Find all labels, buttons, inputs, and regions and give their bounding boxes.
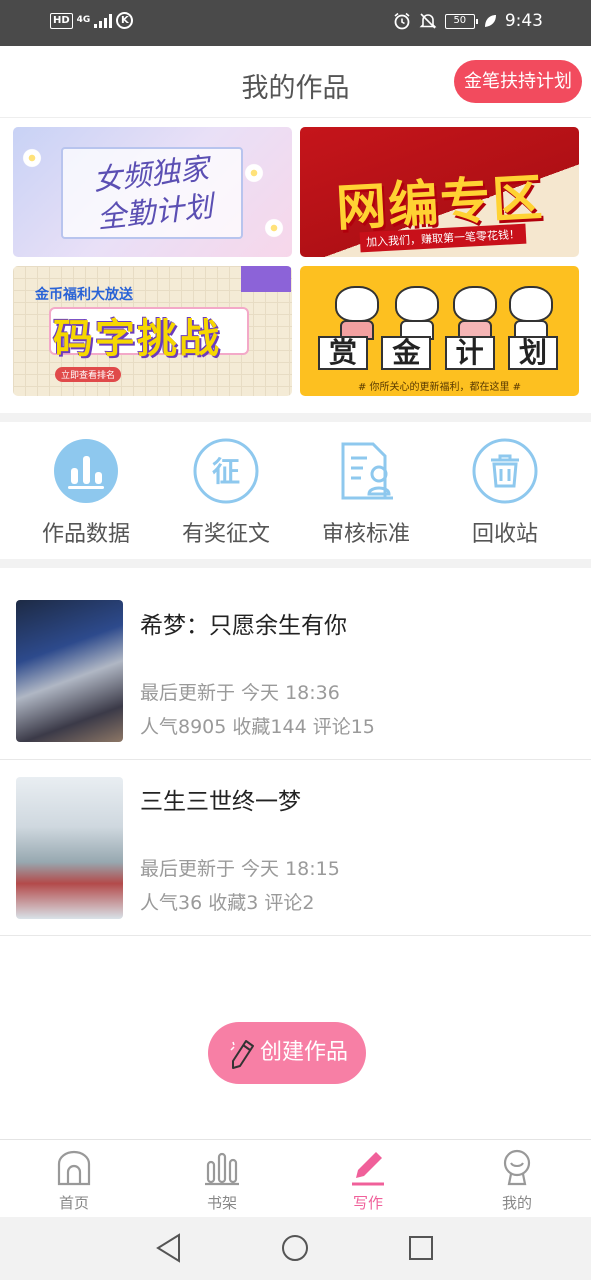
app-header: 我的作品 金笔扶持计划 (0, 46, 591, 118)
quick-action-label: 审核标准 (321, 522, 410, 547)
leaf-icon (484, 15, 496, 27)
work-cover-image (16, 777, 123, 919)
tab-home[interactable]: 首页 (14, 1148, 134, 1213)
status-bar: HD 4G K 50 9:43 (0, 0, 591, 46)
quick-action-recycle-bin[interactable]: 回收站 (440, 438, 570, 548)
banner-editor-zone[interactable]: 网编专区 加入我们，赚取第一笔零花钱！ (300, 127, 579, 257)
mute-bell-icon (419, 13, 437, 29)
cat-illustration (332, 278, 382, 340)
tab-profile[interactable]: 我的 (457, 1148, 577, 1213)
home-icon (57, 1150, 91, 1186)
quick-actions: 作品数据 征 有奖征文 审核标准 回收站 (0, 424, 591, 559)
recents-icon[interactable] (404, 1231, 438, 1265)
promo-banners: 女频独家 全勤计划 网编专区 加入我们，赚取第一笔零花钱！ 金币福利大放送 码字… (13, 127, 579, 397)
system-nav-bar (0, 1217, 591, 1280)
work-title: 希梦：只愿余生有你 (140, 613, 347, 639)
banner-title-char: 赏 (318, 336, 368, 370)
status-left: HD 4G K (50, 12, 134, 29)
flower-decoration (243, 162, 265, 184)
quick-action-contest[interactable]: 征 有奖征文 (161, 438, 291, 548)
banner-title-char: 划 (507, 336, 558, 370)
signal-icon (94, 13, 113, 28)
contest-icon: 征 (193, 438, 259, 504)
banner-typing-challenge[interactable]: 金币福利大放送 码字挑战 立即查看排名 (13, 266, 292, 396)
banner-tag: 立即查看排名 (55, 367, 122, 382)
tab-label: 写作 (352, 1194, 383, 1212)
work-title: 三生三世终一梦 (140, 789, 301, 815)
cat-illustration (506, 278, 556, 340)
quick-action-review-standards[interactable]: 审核标准 (301, 438, 431, 548)
banner-title-char: 金 (381, 336, 432, 370)
cat-illustration (392, 278, 442, 340)
hd-icon: HD (50, 12, 73, 29)
work-cover-image (16, 600, 123, 742)
alarm-icon (394, 12, 410, 30)
banner-top-text: 金币福利大放送 (35, 287, 133, 303)
battery-icon: 50 (444, 13, 478, 29)
banner-full-attendance[interactable]: 女频独家 全勤计划 (13, 127, 292, 257)
quick-action-work-data[interactable]: 作品数据 (21, 438, 151, 548)
network-type: 4G (76, 15, 91, 25)
clock: 9:43 (504, 11, 543, 31)
work-stats: 人气36 收藏3 评论2 (140, 892, 315, 914)
flower-decoration (263, 217, 285, 239)
golden-pen-plan-button[interactable]: 金笔扶持计划 (454, 60, 582, 103)
section-divider (0, 559, 591, 568)
create-work-label: 创建作品 (259, 1040, 348, 1065)
bar-chart-icon (54, 439, 118, 503)
pencil-icon (352, 1152, 384, 1186)
tab-label: 我的 (501, 1194, 532, 1212)
home-circle-icon[interactable] (278, 1231, 312, 1265)
quick-action-label: 回收站 (471, 522, 538, 547)
tab-bookshelf[interactable]: 书架 (162, 1148, 282, 1213)
cat-illustration (450, 278, 500, 340)
banner-title: 赏 金 计 划 (318, 336, 558, 370)
review-doc-icon (341, 442, 393, 500)
tab-label: 书架 (206, 1194, 237, 1212)
quick-action-label: 作品数据 (41, 522, 130, 547)
banner-title-char: 计 (444, 336, 495, 370)
work-item[interactable]: 希梦：只愿余生有你 最后更新于 今天 18:36 人气8905 收藏144 评论… (0, 584, 591, 760)
flower-decoration (21, 147, 43, 169)
tab-writing[interactable]: 写作 (308, 1148, 428, 1213)
banner-title: 码字挑战 (53, 316, 221, 362)
status-right: 50 9:43 (393, 11, 543, 31)
banner-subtitle: # 你所关心的更新福利，都在这里 # (357, 382, 522, 393)
svg-text:征: 征 (212, 455, 240, 488)
banner-decoration (241, 266, 291, 292)
bookshelf-icon (205, 1152, 239, 1186)
tab-label: 首页 (58, 1194, 89, 1212)
work-stats: 人气8905 收藏144 评论15 (140, 716, 375, 738)
work-updated: 最后更新于 今天 18:15 (140, 858, 340, 880)
quick-action-label: 有奖征文 (181, 522, 270, 547)
pencil-icon (230, 1040, 254, 1069)
trash-icon (472, 438, 538, 504)
work-updated: 最后更新于 今天 18:36 (140, 682, 340, 704)
work-item[interactable]: 三生三世终一梦 最后更新于 今天 18:15 人气36 收藏3 评论2 (0, 760, 591, 936)
carrier-icon: K (116, 12, 134, 29)
profile-icon (503, 1149, 531, 1186)
banner-bounty-plan[interactable]: 赏 金 计 划 # 你所关心的更新福利，都在这里 # (300, 266, 579, 396)
section-divider (0, 413, 591, 422)
create-work-button[interactable]: 创建作品 (208, 1022, 366, 1084)
back-icon[interactable] (152, 1231, 186, 1265)
bottom-tab-bar: 首页 书架 写作 我的 (0, 1139, 591, 1217)
